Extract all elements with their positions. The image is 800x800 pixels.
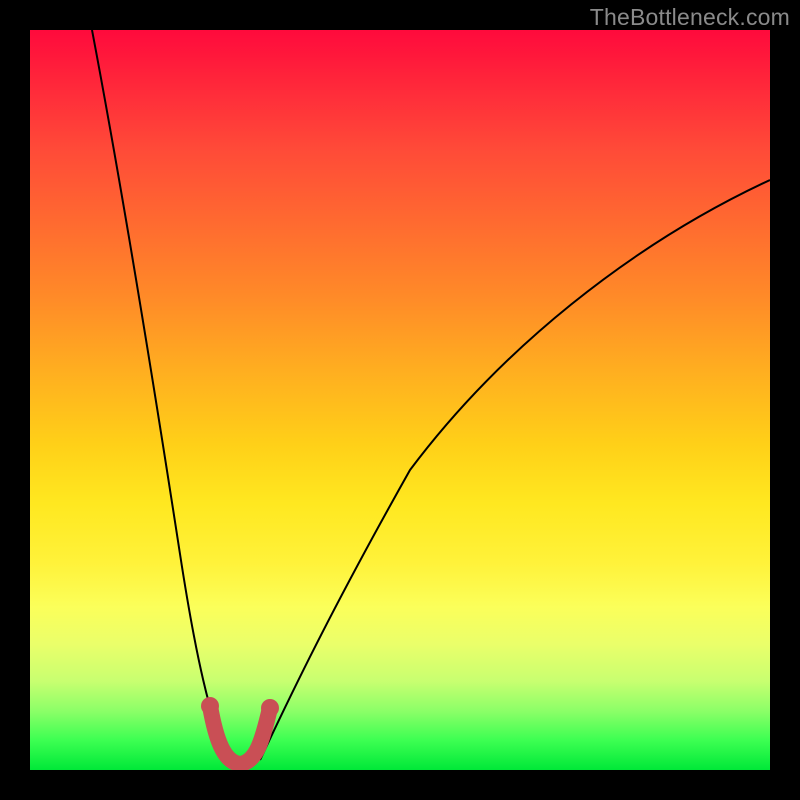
valley-connector — [210, 706, 270, 764]
plot-area — [30, 30, 770, 770]
curves-svg — [30, 30, 770, 770]
curve-left — [92, 30, 228, 760]
curve-right — [260, 180, 770, 760]
chart-stage: TheBottleneck.com — [0, 0, 800, 800]
valley-dot-right — [261, 699, 279, 717]
valley-dot-left — [201, 697, 219, 715]
watermark-text: TheBottleneck.com — [590, 4, 790, 31]
